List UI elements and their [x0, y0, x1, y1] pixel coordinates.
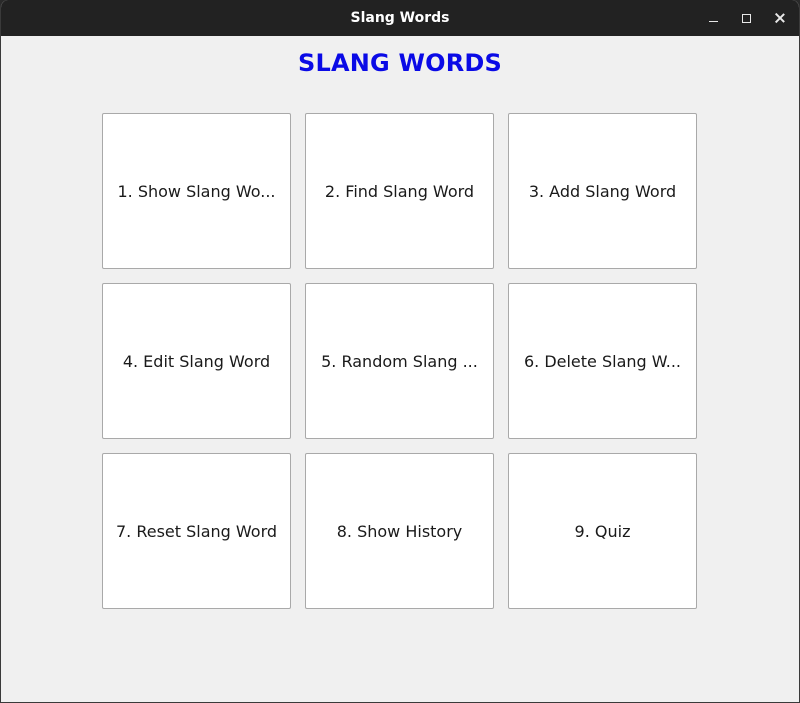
title-bar[interactable]: Slang Words [1, 0, 799, 36]
maximize-icon [741, 13, 751, 23]
button-label: 7. Reset Slang Word [115, 521, 278, 541]
minimize-button[interactable] [701, 6, 725, 30]
show-slang-words-button[interactable]: 1. Show Slang Wo... [102, 113, 291, 269]
minimize-icon [708, 21, 718, 22]
button-label: 2. Find Slang Word [324, 181, 475, 201]
button-label: 8. Show History [336, 521, 463, 541]
window-title: Slang Words [350, 10, 450, 26]
quiz-button[interactable]: 9. Quiz [508, 453, 697, 609]
reset-slang-word-button[interactable]: 7. Reset Slang Word [102, 453, 291, 609]
button-label: 1. Show Slang Wo... [117, 181, 276, 201]
button-label: 9. Quiz [574, 521, 631, 541]
maximize-button[interactable] [734, 6, 758, 30]
add-slang-word-button[interactable]: 3. Add Slang Word [508, 113, 697, 269]
find-slang-word-button[interactable]: 2. Find Slang Word [305, 113, 494, 269]
menu-grid: 1. Show Slang Wo... 2. Find Slang Word 3… [102, 113, 697, 609]
close-icon [775, 13, 785, 23]
random-slang-word-button[interactable]: 5. Random Slang ... [305, 283, 494, 439]
delete-slang-word-button[interactable]: 6. Delete Slang W... [508, 283, 697, 439]
page-title: SLANG WORDS [297, 49, 503, 77]
button-label: 6. Delete Slang W... [523, 351, 682, 371]
show-history-button[interactable]: 8. Show History [305, 453, 494, 609]
button-label: 5. Random Slang ... [321, 351, 478, 371]
close-button[interactable] [768, 6, 792, 30]
button-label: 3. Add Slang Word [528, 181, 677, 201]
app-window: Slang Words SLANG WORDS 1. Show Slang Wo… [0, 0, 800, 703]
button-label: 4. Edit Slang Word [122, 351, 271, 371]
edit-slang-word-button[interactable]: 4. Edit Slang Word [102, 283, 291, 439]
